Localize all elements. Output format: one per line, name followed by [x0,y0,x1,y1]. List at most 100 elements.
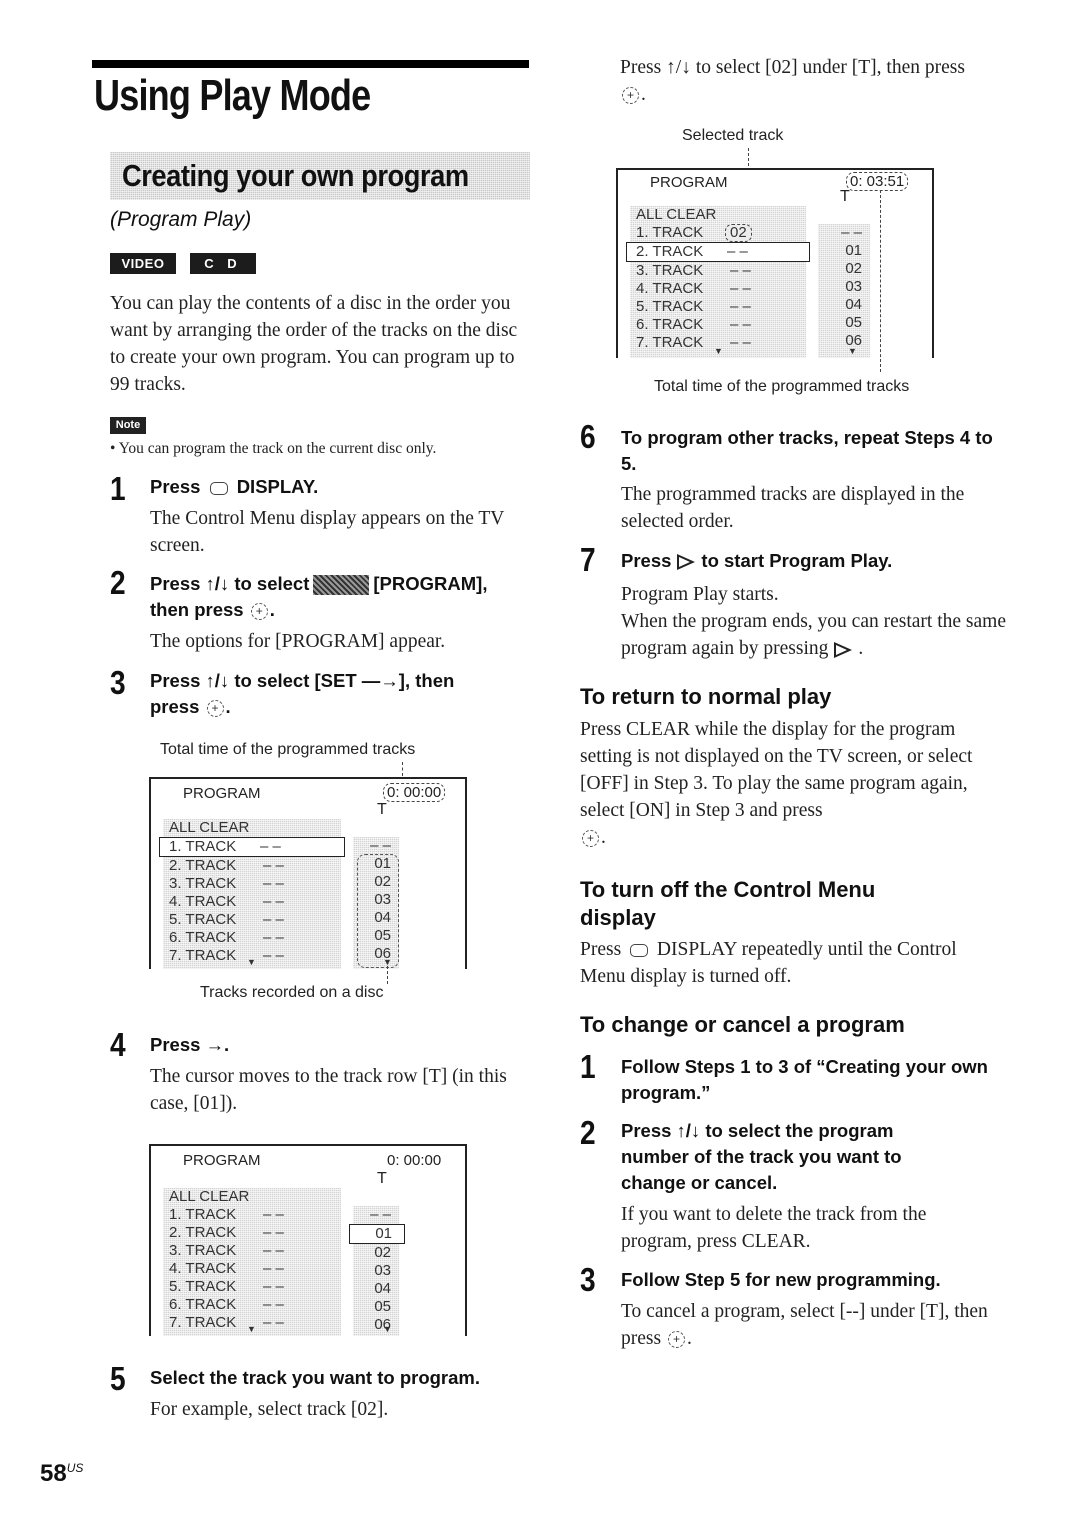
step-5-body-continued: Press ↑/↓ to select [02] under [T], then… [620,54,980,108]
program-row[interactable]: 6. TRACK – – [163,1296,341,1314]
track-item-selected[interactable]: 01 [349,1224,405,1244]
osd-total-time: 0: 00:00 [387,1152,442,1169]
d1-caption-tracks: Tracks recorded on a disc [200,984,384,1001]
program-row[interactable]: 4. TRACK – – [630,280,806,298]
row-value: – – [263,911,284,928]
osd-label: PROGRAM [650,174,728,191]
track-item[interactable]: 04 [818,296,870,314]
program-row[interactable]: 2. TRACK – – [163,857,341,875]
title-rule [92,60,529,68]
all-clear-label: ALL CLEAR [636,206,717,223]
all-clear-label: ALL CLEAR [169,1188,250,1205]
step-7-body-line1: Program Play starts. [621,584,779,605]
track-item[interactable]: 06 [353,1316,399,1334]
step-2-body: The options for [PROGRAM] appear. [150,631,446,652]
row-name: 1. TRACK [169,1206,237,1223]
program-row[interactable]: 1. TRACK – – [159,837,345,857]
return-normal-body: Press CLEAR while the display for the pr… [580,716,1000,851]
row-value: – – [730,298,751,315]
step-3-heading-line2: press [150,696,200,717]
display-icon [209,481,228,495]
step-7-body: Program Play starts. When the program en… [621,581,1006,662]
row-name: 3. TRACK [636,262,704,279]
track-item[interactable]: 05 [353,1298,399,1316]
subtitle: (Program Play) [110,208,252,231]
program-row[interactable]: 5. TRACK – – [163,1278,341,1296]
step-2-heading-pre: Press ↑/↓ to select [150,573,310,594]
row-name: 6. TRACK [169,1296,237,1313]
track-item[interactable]: – – [818,224,870,242]
scroll-down-icon[interactable]: ▼ [383,1324,392,1334]
program-row[interactable]: 3. TRACK – – [163,875,341,893]
all-clear-item[interactable]: ALL CLEAR [163,1188,341,1206]
program-row[interactable]: 5. TRACK – – [630,298,806,316]
step-4-heading: Press →. [150,1034,230,1055]
row-name: 2. TRACK [636,243,704,260]
scroll-down-icon[interactable]: ▼ [848,346,857,356]
track-item[interactable]: 03 [353,1262,399,1280]
row-value: – – [730,334,751,351]
row-name: 1. TRACK [636,224,704,241]
program-row[interactable]: 4. TRACK – – [163,893,341,911]
track-item[interactable]: 02 [818,260,870,278]
row-value: – – [260,838,281,855]
row-value: – – [263,929,284,946]
row-name: 4. TRACK [169,1260,237,1277]
row-value: – – [263,1296,284,1313]
osd-diagram-3: PROGRAM 0: 03:51 T ALL CLEAR 1. TRACK 02 … [616,168,934,358]
program-row[interactable]: 6. TRACK – – [163,929,341,947]
all-clear-label: ALL CLEAR [169,819,250,836]
row-value: – – [263,875,284,892]
track-item[interactable]: 02 [353,1244,399,1262]
step-1-heading-post: DISPLAY. [236,476,319,497]
step-3-heading-line1: Press ↑/↓ to select [SET —→], then [150,670,455,691]
step-3-heading: Press ↑/↓ to select [SET —→], then press… [150,668,550,720]
row-name: 7. TRACK [169,1314,237,1331]
page-number: 58US [40,1460,83,1488]
step-2-heading: Press ↑/↓ to select [PROGRAM], then press… [150,571,550,623]
enter-icon: + [582,830,599,848]
change-step-1-heading: Follow Steps 1 to 3 of “Creating your ow… [621,1056,988,1103]
row-name: 5. TRACK [169,1278,237,1295]
program-list: ALL CLEAR 1. TRACK – – 2. TRACK – – 3. TRA… [163,1188,341,1332]
change-step-3-heading: Follow Step 5 for new programming. [621,1269,941,1290]
turn-off-heading-line2: display [580,905,656,930]
step-7-body-line2: When the program ends, you can restart t… [621,611,1006,659]
enter-icon: + [667,1331,685,1349]
d1-leader-bottom [387,966,388,984]
change-cancel-heading: To change or cancel a program [580,1012,905,1037]
program-row[interactable]: 3. TRACK – – [163,1242,341,1260]
step-7-heading-pre: Press [621,550,672,571]
program-row[interactable]: 4. TRACK – – [163,1260,341,1278]
program-row[interactable]: 3. TRACK – – [630,262,806,280]
step-2-heading-post: [PROGRAM], [373,573,488,594]
program-row[interactable]: 6. TRACK – – [630,316,806,334]
program-row[interactable]: 1. TRACK – – [163,1206,341,1224]
track-item[interactable]: 01 [818,242,870,260]
program-row[interactable]: 5. TRACK – – [163,911,341,929]
row-value: – – [263,1242,284,1259]
return-normal-heading: To return to normal play [580,684,832,709]
all-clear-item[interactable]: ALL CLEAR [163,819,341,837]
scroll-down-icon[interactable]: ▼ [247,957,256,967]
program-row[interactable]: 2. TRACK – – [626,242,810,262]
osd-label: PROGRAM [183,1152,261,1169]
change-step-2-body: If you want to delete the track from the… [621,1204,927,1252]
osd-diagram-2: PROGRAM 0: 00:00 T ALL CLEAR 1. TRACK – –… [149,1144,467,1336]
scroll-down-icon[interactable]: ▼ [247,1324,256,1334]
step-2-heading-line2: then press [150,599,244,620]
scroll-down-icon[interactable]: ▼ [714,346,723,356]
track-item[interactable]: – – [353,1206,399,1224]
track-item[interactable]: 06 [818,332,870,350]
row-value: – – [263,1224,284,1241]
track-item[interactable]: 03 [818,278,870,296]
play-icon [677,554,696,571]
all-clear-item[interactable]: ALL CLEAR [630,206,806,224]
row-value: – – [263,1314,284,1331]
track-item[interactable]: 05 [818,314,870,332]
track-item[interactable]: – – [353,837,399,855]
track-item[interactable]: 04 [353,1280,399,1298]
program-row[interactable]: 1. TRACK 02 [630,224,806,242]
period: . [225,696,231,717]
program-row[interactable]: 2. TRACK – – [163,1224,341,1242]
